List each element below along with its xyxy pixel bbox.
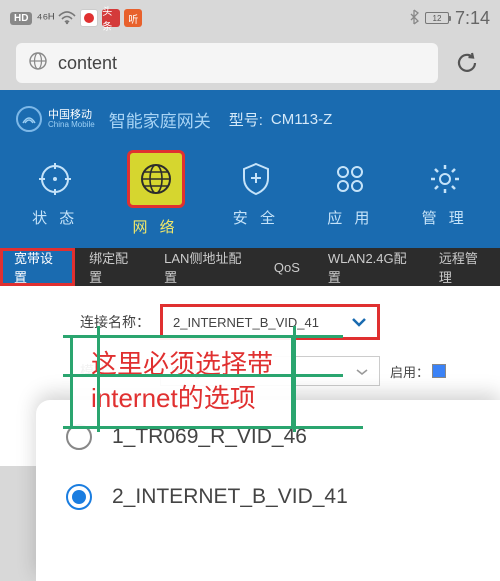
radio-icon <box>66 484 92 510</box>
chevron-down-icon <box>351 315 367 330</box>
status-bar: HD ⁴⁶ᴴ 头条 听 12 7:14 <box>0 0 500 36</box>
nav-status[interactable]: 状 态 <box>32 159 78 228</box>
annotation-callout: 这里必须选择带 internet的选项 <box>70 335 294 429</box>
url-text: content <box>58 53 117 74</box>
clock: 7:14 <box>455 8 490 29</box>
shield-icon <box>236 159 276 199</box>
router-header: 中国移动 China Mobile 智能家庭网关 型号: CM113-Z <box>0 90 500 148</box>
option-row-2[interactable]: 2_INTERNET_B_VID_41 <box>66 484 470 510</box>
conn-name-value: 2_INTERNET_B_VID_41 <box>173 315 319 330</box>
enable-label: 启用： <box>390 362 429 381</box>
target-icon <box>35 159 75 199</box>
nav-label: 应 用 <box>327 207 373 228</box>
logo-icon <box>16 106 42 132</box>
app-icon-2: 头条 <box>102 9 120 27</box>
refresh-button[interactable] <box>450 46 484 80</box>
hd-badge: HD <box>10 12 32 25</box>
option-label: 1_TR069_R_VID_46 <box>112 425 307 449</box>
battery-icon: 12 <box>425 12 449 24</box>
nav-label: 安 全 <box>233 207 279 228</box>
subnav-binding[interactable]: 绑定配置 <box>75 248 150 286</box>
address-bar: content <box>0 36 500 90</box>
logo: 中国移动 China Mobile <box>16 106 95 132</box>
subnav-remote[interactable]: 远程管理 <box>425 248 500 286</box>
subnav-broadband[interactable]: 宽带设置 <box>0 248 75 286</box>
nav-label: 状 态 <box>32 207 78 228</box>
grid-icon <box>330 159 370 199</box>
nav-apps[interactable]: 应 用 <box>327 159 373 228</box>
router-model-label: 型号: <box>229 109 263 130</box>
router-title: 智能家庭网关 <box>109 107 211 132</box>
globe-icon <box>28 51 48 76</box>
brand-cn: 中国移动 <box>48 109 95 121</box>
conn-name-label: 连接名称： <box>20 312 160 332</box>
nav-label: 网 络 <box>132 216 178 237</box>
sub-nav: 宽带设置 绑定配置 LAN侧地址配置 QoS WLAN2.4G配置 远程管理 <box>0 248 500 286</box>
bluetooth-icon <box>409 9 419 28</box>
signal-icon: ⁴⁶ᴴ <box>36 10 54 26</box>
gear-icon <box>425 159 465 199</box>
nav-manage[interactable]: 管 理 <box>422 159 468 228</box>
nav-network[interactable]: 网 络 <box>127 150 185 237</box>
nav-label: 管 理 <box>422 207 468 228</box>
app-icon-1 <box>80 9 98 27</box>
enable-checkbox[interactable] <box>432 364 446 378</box>
subnav-lan[interactable]: LAN侧地址配置 <box>150 248 260 286</box>
globe-grid-icon <box>140 163 172 195</box>
wifi-icon <box>58 11 76 25</box>
annotation-line2: internet的选项 <box>91 382 273 416</box>
brand-en: China Mobile <box>48 121 95 130</box>
option-label: 2_INTERNET_B_VID_41 <box>112 485 348 509</box>
subnav-qos[interactable]: QoS <box>260 248 314 286</box>
app-icon-3: 听 <box>124 9 142 27</box>
url-input[interactable]: content <box>16 43 438 83</box>
chevron-down-icon <box>355 364 369 379</box>
main-nav: 状 态 网 络 安 全 应 用 管 理 <box>0 148 500 248</box>
subnav-wlan[interactable]: WLAN2.4G配置 <box>314 248 425 286</box>
router-model: CM113-Z <box>271 111 332 128</box>
nav-security[interactable]: 安 全 <box>233 159 279 228</box>
